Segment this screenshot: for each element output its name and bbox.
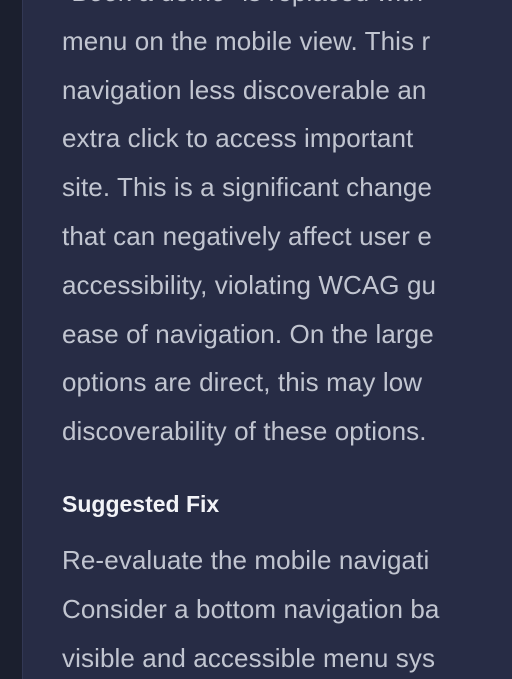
suggested-fix-heading: Suggested Fix	[62, 491, 220, 517]
suggested-fix-text: Re-evaluate the mobile navigati Consider…	[62, 536, 439, 679]
left-gutter	[0, 0, 22, 679]
screen: "Book a demo" is replaced with menu on t…	[0, 0, 512, 679]
description-line: that can negatively affect user e	[62, 220, 432, 251]
description-line: site. This is a significant change	[62, 172, 433, 203]
description-line: extra click to access important	[62, 123, 414, 154]
description-line: navigation less discoverable an	[62, 74, 427, 105]
description-line: accessibility, violating WCAG gu	[62, 269, 437, 300]
fix-line: Consider a bottom navigation ba	[62, 593, 440, 624]
description-line: "Book a demo" is replaced with	[62, 0, 436, 17]
description-line: options are direct, this may low	[62, 367, 423, 398]
description-line: ease of navigation. On the large	[62, 318, 434, 349]
issue-detail-panel: "Book a demo" is replaced with menu on t…	[22, 0, 512, 679]
fix-line: visible and accessible menu sys	[62, 642, 436, 673]
description-line: discoverability of these options.	[62, 416, 427, 447]
issue-description: "Book a demo" is replaced with menu on t…	[62, 0, 436, 456]
fix-line: Re-evaluate the mobile navigati	[62, 545, 430, 575]
description-line: menu on the mobile view. This r	[62, 25, 431, 56]
